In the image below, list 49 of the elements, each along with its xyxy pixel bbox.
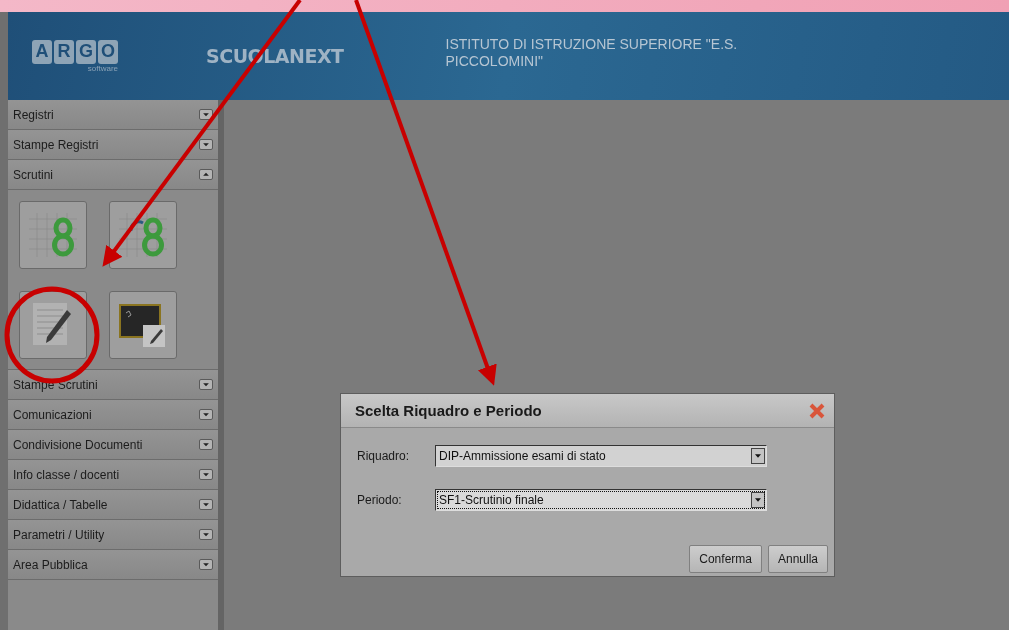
select-field[interactable]: DIP-Ammissione esami di stato: [435, 445, 767, 467]
expand-icon[interactable]: [199, 469, 213, 480]
caret-icon[interactable]: [751, 448, 765, 464]
section-label: Condivisione Documenti: [13, 437, 143, 452]
section-label: Parametri / Utility: [13, 527, 105, 542]
sidebar-section[interactable]: Registri: [8, 100, 218, 130]
school-name: ISTITUTO DI ISTRUZIONE SUPERIORE "E.S. PICCOLOMINI": [445, 36, 738, 70]
section-label: Stampe Registri: [13, 137, 99, 152]
expand-icon[interactable]: [199, 409, 213, 420]
sidebar-section[interactable]: Area Pubblica: [8, 550, 218, 580]
dialog-title: Scelta Riquadro e Periodo: [355, 402, 542, 419]
expand-icon[interactable]: [199, 499, 213, 510]
sidebar-section[interactable]: Didattica / Tabelle: [8, 490, 218, 520]
dialog-button[interactable]: Annulla: [767, 545, 828, 573]
caret-icon[interactable]: [751, 492, 765, 508]
sidebar-section[interactable]: Scrutini: [8, 160, 218, 190]
expand-icon[interactable]: [199, 439, 213, 450]
expand-icon[interactable]: [199, 379, 213, 390]
section-label: Scrutini: [13, 167, 53, 182]
sidebar-section[interactable]: Info classe / docenti: [8, 460, 218, 490]
section-label: Area Pubblica: [13, 557, 88, 572]
logo-letter: A: [32, 39, 52, 64]
expand-icon[interactable]: [199, 559, 213, 570]
logo-letter: R: [54, 39, 74, 64]
function-tile[interactable]: [19, 201, 87, 269]
section-label: Info classe / docenti: [13, 467, 120, 482]
section-label: Comunicazioni: [13, 407, 92, 422]
sidebar-section[interactable]: Comunicazioni: [8, 400, 218, 430]
logo-subtitle: software: [87, 63, 118, 73]
collapse-icon[interactable]: [199, 169, 213, 180]
section-label: Registri: [13, 107, 54, 122]
select-field[interactable]: SF1-Scrutinio finale: [435, 489, 767, 511]
grade-grid-icon: [27, 211, 79, 259]
expand-icon[interactable]: [199, 109, 213, 120]
expand-icon[interactable]: [199, 139, 213, 150]
field-label: Riquadro:: [357, 449, 411, 463]
field-label: Periodo:: [357, 493, 403, 507]
function-tile[interactable]: [109, 201, 177, 269]
function-tile[interactable]: [109, 291, 177, 359]
sidebar-section[interactable]: Stampe Registri: [8, 130, 218, 160]
grade-grid-sync-icon: [117, 211, 169, 259]
logo-letter: O: [98, 39, 118, 64]
dialog-button[interactable]: Conferma: [689, 545, 762, 573]
sidebar-section[interactable]: Parametri / Utility: [8, 520, 218, 550]
sidebar-section[interactable]: Condivisione Documenti: [8, 430, 218, 460]
expand-icon[interactable]: [199, 529, 213, 540]
function-tile[interactable]: [19, 291, 87, 359]
section-label: Didattica / Tabelle: [13, 497, 108, 512]
logo-letter: G: [76, 39, 96, 64]
